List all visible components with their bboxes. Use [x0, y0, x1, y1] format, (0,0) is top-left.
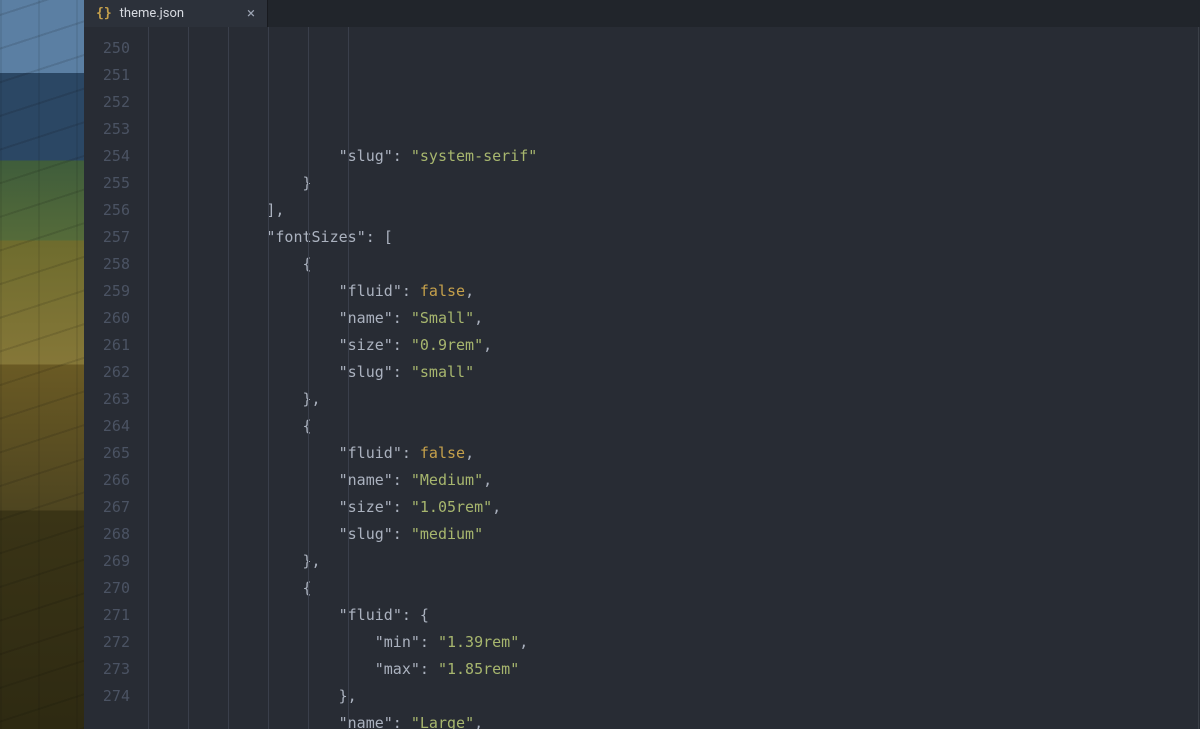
- line-number: 262: [84, 359, 130, 386]
- json-file-icon: {}: [96, 6, 112, 21]
- code-line[interactable]: },: [158, 683, 1200, 710]
- code-line[interactable]: "fluid": false,: [158, 440, 1200, 467]
- line-number-gutter: 2502512522532542552562572582592602612622…: [84, 27, 148, 729]
- line-number: 252: [84, 89, 130, 116]
- code-line[interactable]: {: [158, 251, 1200, 278]
- code-line[interactable]: "slug": "small": [158, 359, 1200, 386]
- code-line[interactable]: {: [158, 413, 1200, 440]
- line-number: 257: [84, 224, 130, 251]
- code-line[interactable]: "fluid": {: [158, 602, 1200, 629]
- code-line[interactable]: "fontSizes": [: [158, 224, 1200, 251]
- line-number: 253: [84, 116, 130, 143]
- code-line[interactable]: "name": "Large",: [158, 710, 1200, 729]
- line-number: 267: [84, 494, 130, 521]
- line-number: 271: [84, 602, 130, 629]
- line-number: 258: [84, 251, 130, 278]
- line-number: 269: [84, 548, 130, 575]
- code-line[interactable]: {: [158, 575, 1200, 602]
- code-line[interactable]: "name": "Medium",: [158, 467, 1200, 494]
- line-number: 250: [84, 35, 130, 62]
- line-number: 270: [84, 575, 130, 602]
- code-line[interactable]: "name": "Small",: [158, 305, 1200, 332]
- code-line[interactable]: "min": "1.39rem",: [158, 629, 1200, 656]
- line-number: 259: [84, 278, 130, 305]
- line-number: 274: [84, 683, 130, 710]
- code-line[interactable]: "fluid": false,: [158, 278, 1200, 305]
- line-number: 264: [84, 413, 130, 440]
- line-number: 266: [84, 467, 130, 494]
- code-area[interactable]: 2502512522532542552562572582592602612622…: [84, 27, 1200, 729]
- code-line[interactable]: ],: [158, 197, 1200, 224]
- code-line[interactable]: "max": "1.85rem": [158, 656, 1200, 683]
- code-content[interactable]: "slug": "system-serif" } ], "fontSizes":…: [148, 27, 1200, 729]
- code-line[interactable]: "size": "0.9rem",: [158, 332, 1200, 359]
- code-line[interactable]: },: [158, 386, 1200, 413]
- tab-filename: theme.json: [120, 6, 184, 21]
- editor-window: {} theme.json × 250251252253254255256257…: [84, 0, 1200, 729]
- tab-theme-json[interactable]: {} theme.json ×: [84, 0, 268, 27]
- line-number: 263: [84, 386, 130, 413]
- line-number: 251: [84, 62, 130, 89]
- line-number: 265: [84, 440, 130, 467]
- line-number: 256: [84, 197, 130, 224]
- code-line[interactable]: "size": "1.05rem",: [158, 494, 1200, 521]
- code-line[interactable]: }: [158, 170, 1200, 197]
- line-number: 268: [84, 521, 130, 548]
- tab-bar: {} theme.json ×: [84, 0, 1200, 27]
- desktop-wallpaper: [0, 0, 84, 729]
- close-icon[interactable]: ×: [247, 6, 255, 21]
- line-number: 272: [84, 629, 130, 656]
- line-number: 273: [84, 656, 130, 683]
- code-line[interactable]: },: [158, 548, 1200, 575]
- line-number: 254: [84, 143, 130, 170]
- code-line[interactable]: "slug": "medium": [158, 521, 1200, 548]
- line-number: 261: [84, 332, 130, 359]
- code-line[interactable]: "slug": "system-serif": [158, 143, 1200, 170]
- line-number: 255: [84, 170, 130, 197]
- line-number: 260: [84, 305, 130, 332]
- ruler-right: [1198, 27, 1199, 729]
